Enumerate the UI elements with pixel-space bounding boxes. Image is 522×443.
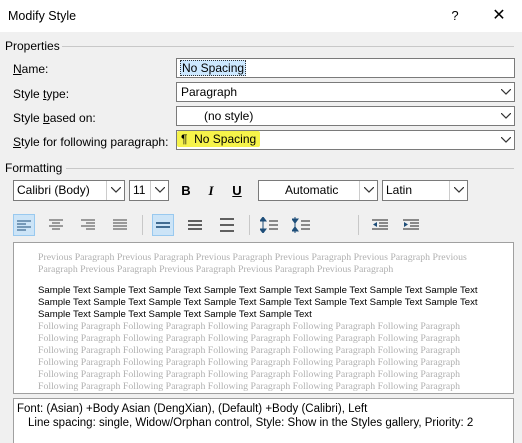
close-button[interactable]: ✕ xyxy=(485,4,513,28)
one-half-spacing-button[interactable] xyxy=(184,214,206,236)
chevron-down-icon xyxy=(150,181,168,200)
chevron-down-icon xyxy=(496,131,514,149)
decrease-indent-icon xyxy=(372,219,388,230)
increase-indent-icon xyxy=(403,219,419,230)
description-line-1: Font: (Asian) +Body Asian (DengXian), (D… xyxy=(17,403,368,415)
style-type-value: Paragraph xyxy=(181,85,238,99)
description-line-2: Line spacing: single, Widow/Orphan contr… xyxy=(28,417,474,429)
previous-paragraph-line: Previous Paragraph Previous Paragraph Pr… xyxy=(38,252,467,263)
following-style-value: No Spacing xyxy=(194,132,257,146)
sample-text-line: Sample Text Sample Text Sample Text Samp… xyxy=(38,309,312,320)
following-style-label: Style for following paragraph: xyxy=(13,135,169,149)
script-value: Latin xyxy=(386,183,413,197)
chevron-down-icon xyxy=(496,107,514,125)
single-spacing-icon xyxy=(156,222,170,228)
style-based-on-dropdown[interactable]: (no style) xyxy=(176,106,515,126)
following-paragraph-line: Following Paragraph Following Paragraph … xyxy=(38,357,461,368)
following-paragraph-line: Following Paragraph Following Paragraph … xyxy=(38,369,461,380)
following-paragraph-line: Following Paragraph Following Paragraph … xyxy=(38,345,461,356)
style-based-on-label: Style based on: xyxy=(13,111,96,125)
font-color-dropdown[interactable]: Automatic xyxy=(258,180,378,201)
font-color-value: Automatic xyxy=(285,183,339,197)
font-name-dropdown[interactable]: Calibri (Body) xyxy=(13,180,125,201)
double-spacing-icon xyxy=(220,218,234,232)
toolbar-separator xyxy=(249,215,250,235)
justify-icon xyxy=(113,219,127,230)
one-half-spacing-icon xyxy=(188,220,202,230)
sample-text-line: Sample Text Sample Text Sample Text Samp… xyxy=(38,285,478,296)
formatting-divider xyxy=(66,168,514,169)
dialog-title: Modify Style xyxy=(8,9,77,23)
chevron-down-icon xyxy=(496,83,514,101)
properties-section-label: Properties xyxy=(5,39,60,53)
font-size-value: 11 xyxy=(133,183,146,197)
decrease-indent-button[interactable] xyxy=(369,214,391,236)
font-name-value: Calibri (Body) xyxy=(17,183,90,197)
align-center-icon xyxy=(49,219,63,230)
underline-button[interactable]: U xyxy=(226,180,248,202)
double-spacing-button[interactable] xyxy=(216,214,238,236)
chevron-down-icon xyxy=(106,181,124,200)
style-based-on-value: (no style) xyxy=(204,109,254,123)
style-preview-pane: Previous Paragraph Previous Paragraph Pr… xyxy=(13,242,514,394)
align-left-button[interactable] xyxy=(13,214,35,236)
align-right-icon xyxy=(81,219,95,230)
name-value: No Spacing xyxy=(180,60,247,76)
decrease-spacing-button[interactable] xyxy=(290,214,312,236)
properties-divider xyxy=(62,46,514,47)
name-field[interactable]: No Spacing xyxy=(176,58,515,78)
toolbar-separator xyxy=(358,215,359,235)
style-type-label: Style type: xyxy=(13,87,70,101)
name-label: Name: xyxy=(13,62,49,76)
following-paragraph-line: Following Paragraph Following Paragraph … xyxy=(38,333,461,344)
style-type-dropdown[interactable]: Paragraph xyxy=(176,82,515,102)
align-center-button[interactable] xyxy=(45,214,67,236)
bold-button[interactable]: B xyxy=(175,180,197,202)
increase-indent-button[interactable] xyxy=(400,214,422,236)
help-button[interactable]: ? xyxy=(441,4,469,28)
single-spacing-button[interactable] xyxy=(152,214,174,236)
align-right-button[interactable] xyxy=(77,214,99,236)
increase-paragraph-spacing-icon xyxy=(259,216,278,234)
following-style-dropdown[interactable]: ¶ No Spacing xyxy=(176,130,515,150)
italic-button[interactable]: I xyxy=(200,180,222,202)
align-left-icon xyxy=(17,220,31,231)
increase-spacing-button[interactable] xyxy=(258,214,280,236)
justify-button[interactable] xyxy=(109,214,131,236)
paragraph-mark-icon: ¶ xyxy=(181,132,188,146)
style-description: Font: (Asian) +Body Asian (DengXian), (D… xyxy=(13,398,514,443)
following-paragraph-line: Following Paragraph Following Paragraph … xyxy=(38,381,461,392)
previous-paragraph-line: Paragraph Previous Paragraph Previous Pa… xyxy=(38,264,394,275)
chevron-down-icon xyxy=(449,181,467,200)
formatting-section-label: Formatting xyxy=(5,161,63,175)
title-bar: Modify Style ? ✕ xyxy=(0,0,522,32)
script-dropdown[interactable]: Latin xyxy=(382,180,468,201)
sample-text-line: Sample Text Sample Text Sample Text Samp… xyxy=(38,297,478,308)
following-paragraph-line: Following Paragraph Following Paragraph … xyxy=(38,321,461,332)
toolbar-separator xyxy=(142,215,143,235)
font-size-dropdown[interactable]: 11 xyxy=(129,180,169,201)
following-style-highlight: ¶ No Spacing xyxy=(177,131,261,147)
decrease-paragraph-spacing-icon xyxy=(291,217,310,233)
chevron-down-icon xyxy=(359,181,377,200)
